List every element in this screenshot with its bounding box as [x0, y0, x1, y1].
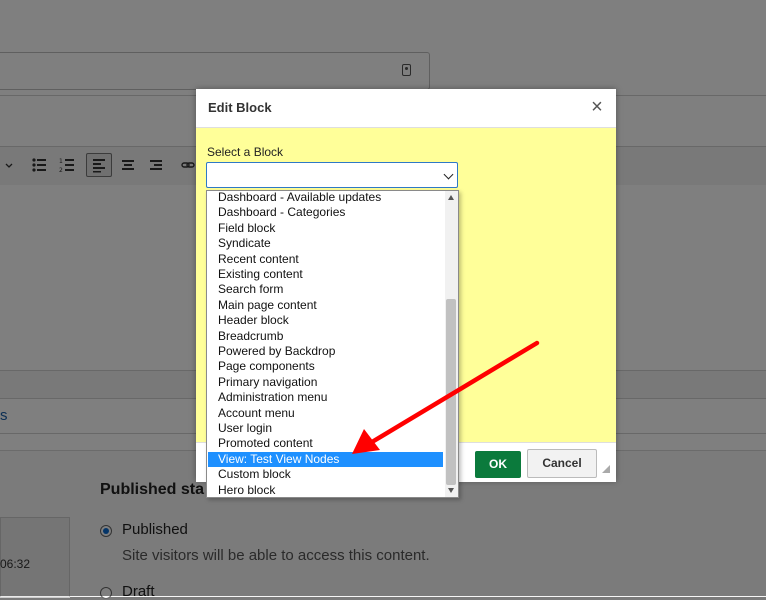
- dialog-title: Edit Block: [208, 100, 272, 115]
- select-option[interactable]: Account menu: [208, 406, 443, 421]
- select-block-label: Select a Block: [207, 145, 284, 159]
- select-option[interactable]: Existing content: [208, 267, 443, 282]
- select-option[interactable]: Dashboard - Categories: [208, 205, 443, 220]
- close-icon[interactable]: ×: [588, 97, 606, 117]
- select-option[interactable]: Breadcrumb: [208, 329, 443, 344]
- ok-button[interactable]: OK: [475, 451, 521, 478]
- select-option[interactable]: Custom block: [208, 467, 443, 482]
- scrollbar-thumb[interactable]: [446, 299, 456, 485]
- select-option[interactable]: Main page content: [208, 298, 443, 313]
- select-option[interactable]: Powered by Backdrop: [208, 344, 443, 359]
- block-select-options: Hero block Custom block View: Test View No…: [206, 190, 459, 498]
- select-option[interactable]: Header block: [208, 313, 443, 328]
- chevron-down-icon: [443, 169, 454, 180]
- select-option[interactable]: Dashboard - Available updates: [208, 191, 443, 205]
- select-option[interactable]: Administration menu: [208, 390, 443, 405]
- select-option[interactable]: Page components: [208, 359, 443, 374]
- select-option[interactable]: Search form: [208, 282, 443, 297]
- dialog-header: Edit Block ×: [196, 89, 616, 128]
- select-option[interactable]: Hero block: [208, 483, 443, 497]
- select-option[interactable]: Primary navigation: [208, 375, 443, 390]
- option-highlighted[interactable]: View: Test View Nodes: [208, 451, 443, 468]
- select-option[interactable]: User login: [208, 421, 443, 436]
- resize-handle-icon[interactable]: [602, 465, 610, 473]
- select-option[interactable]: Recent content: [208, 252, 443, 267]
- scroll-up-icon[interactable]: [448, 195, 454, 200]
- select-option[interactable]: Promoted content: [208, 436, 443, 451]
- select-option[interactable]: Syndicate: [208, 236, 443, 251]
- scroll-down-icon[interactable]: [448, 488, 454, 493]
- select-option[interactable]: Field block: [208, 221, 443, 236]
- cancel-button[interactable]: Cancel: [527, 449, 597, 478]
- block-select[interactable]: [206, 162, 458, 188]
